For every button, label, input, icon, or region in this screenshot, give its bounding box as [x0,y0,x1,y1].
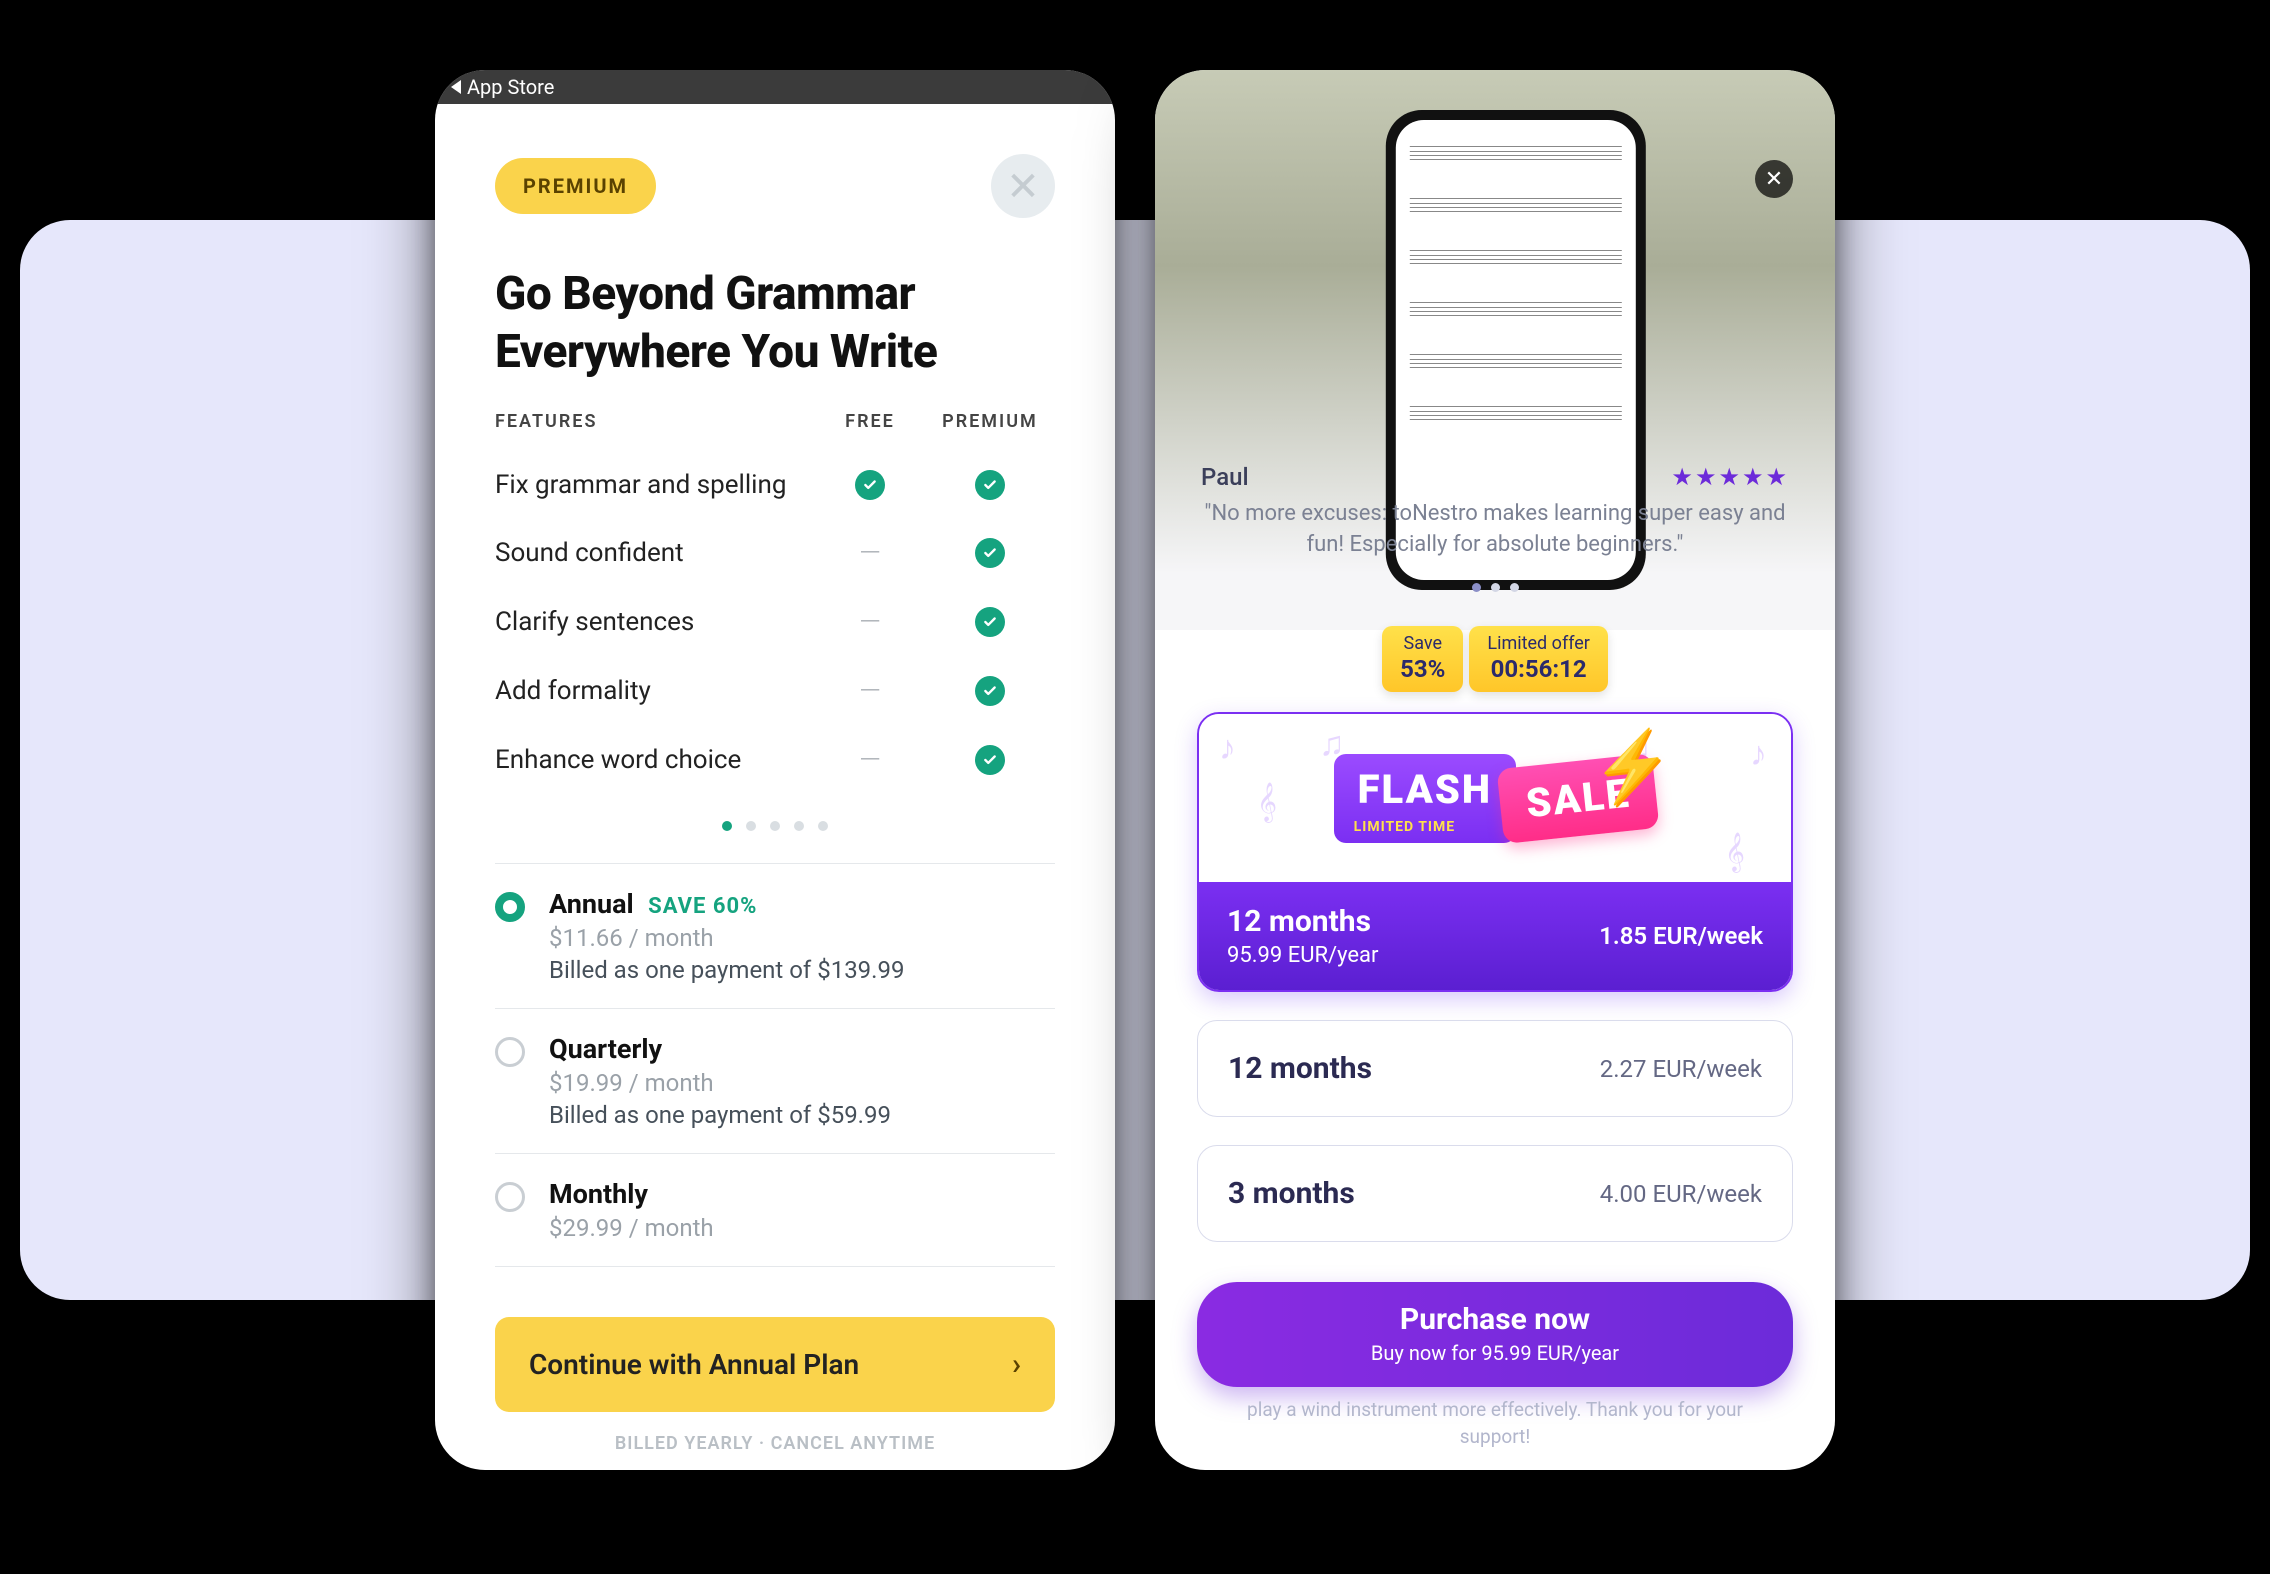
plan-price: $11.66 / month [549,924,904,952]
dash-icon: — [859,674,881,707]
treble-clef-icon: 𝄞 [1257,782,1277,822]
feature-row: Clarify sentences — [495,587,1055,656]
plan-list: Annual SAVE 60% $11.66 / month Billed as o… [495,863,1055,1267]
sale-badge: SALE ⚡ [1496,753,1659,844]
dash-icon: — [859,605,881,638]
purchase-sub: Buy now for 95.99 EUR/year [1197,1341,1793,1365]
close-icon: ✕ [1006,163,1040,210]
plan-name: 12 months [1228,1051,1372,1086]
continue-label: Continue with Annual Plan [529,1348,859,1381]
check-icon [975,676,1005,706]
feature-label: Clarify sentences [495,607,815,637]
lightning-bolt-icon: ⚡ [1587,724,1679,809]
check-icon [975,470,1005,500]
continue-button[interactable]: Continue with Annual Plan › [495,1317,1055,1412]
music-note-icon: ♪ [1219,728,1236,768]
music-note-icon: ♪ [1750,734,1767,774]
phone-grammarly: App Store PREMIUM ✕ Go Beyond Grammar Ev… [435,70,1115,1470]
premium-badge: PREMIUM [495,158,656,214]
treble-clef-icon: 𝄞 [1725,832,1745,872]
feature-row: Sound confident — [495,518,1055,587]
timer-tag: Limited offer 00:56:12 [1469,626,1608,692]
review-quote: "No more excuses: toNestro makes learnin… [1195,499,1795,561]
feature-row: Fix grammar and spelling [495,452,1055,518]
feature-row: Enhance word choice — [495,725,1055,794]
star-rating-icon: ★★★★★ [1671,463,1789,491]
hero-area: ✕ Paul ★★★★★ "No more excuses: toNestro … [1155,70,1835,630]
feature-table: FEATURES FREE PREMIUM Fix grammar and sp… [495,411,1055,794]
featured-plan-name: 12 months [1227,904,1378,939]
page-title: Go Beyond Grammar Everywhere You Write [495,266,1055,381]
billing-footnote: BILLED YEARLY · CANCEL ANYTIME [435,1433,1115,1454]
plan-price: 4.00 EUR/week [1600,1180,1762,1208]
plan-price: $19.99 / month [549,1069,891,1097]
feature-pager-dots[interactable] [495,816,1055,835]
featured-plan-rate: 1.85 EUR/week [1599,922,1763,950]
purchase-footnote: play a wind instrument more effectively.… [1155,1387,1835,1450]
feature-label: Fix grammar and spelling [495,470,815,500]
chevron-right-icon: › [1012,1347,1021,1382]
close-icon: ✕ [1765,167,1783,192]
plan-billing: Billed as one payment of $59.99 [549,1101,891,1129]
promo-tags: Save 53% Limited offer 00:56:12 [1155,626,1835,692]
status-back-label[interactable]: App Store [467,75,554,99]
featured-plan-card[interactable]: ♪ 𝄞 ♫ ♪ 𝄞 ♫ FLASH LIMITED TIME SALE ⚡ [1197,712,1793,992]
plan-option[interactable]: Annual SAVE 60% $11.66 / month Billed as o… [495,864,1055,1009]
close-button[interactable]: ✕ [1755,160,1793,198]
plan-name: Annual SAVE 60% [549,888,904,920]
purchase-title: Purchase now [1197,1302,1793,1337]
back-triangle-icon[interactable] [451,80,461,94]
plan-price: $29.99 / month [549,1214,714,1242]
check-icon [975,538,1005,568]
feature-label: Sound confident [495,538,815,568]
feature-label: Enhance word choice [495,745,815,775]
col-premium: PREMIUM [925,411,1055,432]
plan-name: Quarterly [549,1033,891,1065]
featured-plan-sub: 95.99 EUR/year [1227,943,1378,968]
check-icon [975,745,1005,775]
plan-option[interactable]: Quarterly $19.99 / month Billed as one pay… [495,1009,1055,1154]
check-icon [855,470,885,500]
status-bar: App Store [435,70,1115,104]
col-features: FEATURES [495,411,815,432]
radio-icon [495,892,525,922]
radio-icon [495,1182,525,1212]
reviewer-name: Paul [1201,463,1249,491]
feature-row: Add formality — [495,656,1055,725]
dash-icon: — [859,536,881,569]
feature-label: Add formality [495,676,815,706]
plan-billing: Billed as one payment of $139.99 [549,956,904,984]
purchase-button[interactable]: Purchase now Buy now for 95.99 EUR/year [1197,1282,1793,1387]
plan-name: 3 months [1228,1176,1355,1211]
close-button[interactable]: ✕ [991,154,1055,218]
plan-option[interactable]: Monthly $29.99 / month [495,1154,1055,1267]
testimonial-pager-dots[interactable] [1195,577,1795,596]
plan-option[interactable]: 12 months 2.27 EUR/week [1197,1020,1793,1117]
col-free: FREE [815,411,925,432]
testimonial: Paul ★★★★★ "No more excuses: toNestro ma… [1195,463,1795,596]
radio-icon [495,1037,525,1067]
flash-badge: FLASH LIMITED TIME [1334,754,1516,843]
plan-price: 2.27 EUR/week [1600,1055,1762,1083]
save-tag: Save 53% [1382,626,1463,692]
plan-option[interactable]: 3 months 4.00 EUR/week [1197,1145,1793,1242]
save-label: SAVE 60% [642,894,758,919]
dash-icon: — [859,743,881,776]
phone-tonestro: ✕ Paul ★★★★★ "No more excuses: toNestro … [1155,70,1835,1470]
plan-name: Monthly [549,1178,714,1210]
check-icon [975,607,1005,637]
